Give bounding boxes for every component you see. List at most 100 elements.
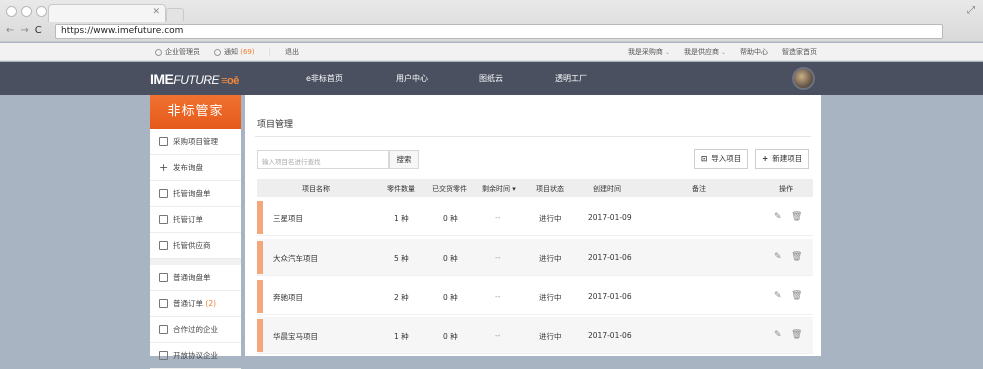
nav-drawing-cloud[interactable]: 图纸云 (479, 73, 503, 84)
nav-user-center[interactable]: 用户中心 (396, 73, 428, 84)
chevron-down-icon: ⌄ (720, 49, 726, 56)
sidebar-item-normal-inquiry[interactable]: 普通询盘单 (150, 265, 241, 291)
created-date: 2017-01-09 (588, 213, 632, 222)
project-name[interactable]: 三星项目 (273, 213, 303, 224)
column-header: 零件数量 (387, 185, 415, 193)
search-button[interactable]: 搜索 (389, 150, 419, 169)
notice-link[interactable]: 通知 (69) (214, 47, 255, 57)
user-link[interactable]: 企业管理员 (155, 47, 200, 57)
sidebar-item-managed-supplier[interactable]: 托管供应商 (150, 233, 241, 259)
supplier-menu[interactable]: 我是供应商 ⌄ (684, 47, 726, 57)
maximize-window-button[interactable] (36, 6, 47, 17)
sidebar-item-label: 发布询盘 (173, 163, 203, 172)
sidebar-item-label: 普通订单 (173, 299, 203, 308)
sort-remaining-header[interactable]: 剩余时间 ▾ (482, 184, 516, 194)
back-icon[interactable]: ← (6, 25, 14, 36)
part-count: 1 种 (394, 332, 409, 341)
project-status: 进行中 (539, 332, 562, 341)
project-status: 进行中 (539, 214, 562, 223)
checklist-icon (159, 325, 168, 334)
notice-label: 通知 (224, 48, 238, 56)
sidebar-item-normal-order[interactable]: 普通订单 (2) (150, 291, 241, 317)
delivered-count: 0 种 (443, 293, 458, 302)
help-link[interactable]: 帮助中心 (740, 47, 768, 57)
column-header: 操作 (779, 185, 793, 193)
browser-tab[interactable]: ✕ (48, 4, 166, 22)
new-tab-button[interactable] (166, 8, 184, 21)
user-label: 企业管理员 (165, 48, 200, 56)
logout-link[interactable]: 退出 (285, 47, 299, 57)
row-marker (257, 280, 263, 313)
sidebar-item-label: 托管询盘单 (173, 189, 211, 198)
search-input[interactable]: 输入项目名进行查找 (257, 150, 389, 169)
edit-icon[interactable]: ✎ (774, 330, 782, 340)
delivered-count: 0 种 (443, 254, 458, 263)
sidebar-item-label: 采购项目管理 (173, 137, 218, 146)
remaining-time: -- (495, 213, 501, 222)
minimize-window-button[interactable] (21, 6, 32, 17)
created-date: 2017-01-06 (588, 253, 632, 262)
sidebar-item-open-agreement[interactable]: 开放协议企业 (150, 343, 241, 369)
user-icon (155, 48, 162, 56)
close-window-button[interactable] (6, 6, 17, 17)
trash-icon[interactable]: 🗑 (791, 330, 802, 340)
row-marker (257, 241, 263, 274)
project-name[interactable]: 奔驰项目 (273, 292, 303, 303)
delivered-count: 0 种 (443, 214, 458, 223)
nav-buttons: ← → C (6, 25, 42, 36)
table-row[interactable]: 三星项目 1 种 0 种 -- 进行中 2017-01-09 ✎ 🗑 (257, 199, 813, 236)
trash-icon[interactable]: 🗑 (791, 291, 802, 301)
import-project-button[interactable]: ⊡ 导入项目 (694, 149, 749, 169)
project-name[interactable]: 大众汽车项目 (273, 253, 318, 264)
site-header: IMEFUTURE ≡oē e非标首页 用户中心 图纸云 透明工厂 (0, 62, 983, 95)
created-date: 2017-01-06 (588, 331, 632, 340)
sidebar: 非标管家 采购项目管理 + 发布询盘 托管询盘单 托管订单 托管供应商 普通询盘单… (150, 95, 241, 369)
sidebar-item-partner-companies[interactable]: 合作过的企业 (150, 317, 241, 343)
address-bar[interactable]: https://www.imefuture.com (55, 24, 943, 39)
avatar[interactable] (792, 67, 815, 90)
sidebar-item-label: 托管订单 (173, 215, 203, 224)
logo-subtext: FUTURE (173, 73, 220, 87)
trash-icon[interactable]: 🗑 (791, 212, 802, 222)
project-name[interactable]: 华晨宝马项目 (273, 331, 318, 342)
inquiry-icon (159, 273, 168, 282)
table-row[interactable]: 华晨宝马项目 1 种 0 种 -- 进行中 2017-01-06 ✎ 🗑 (257, 317, 813, 354)
part-count: 2 种 (394, 293, 409, 302)
order-count: (2) (205, 299, 217, 308)
expand-icon[interactable]: ⤢ (967, 5, 975, 16)
table-row[interactable]: 大众汽车项目 5 种 0 种 -- 进行中 2017-01-06 ✎ 🗑 (257, 239, 813, 276)
sidebar-item-publish-inquiry[interactable]: + 发布询盘 (150, 155, 241, 181)
trash-icon[interactable]: 🗑 (791, 252, 802, 262)
sidebar-item-label: 合作过的企业 (173, 325, 218, 334)
edit-icon[interactable]: ✎ (774, 252, 782, 262)
column-header: 已交货零件 (432, 185, 467, 193)
nav-transparent-factory[interactable]: 透明工厂 (555, 73, 587, 84)
window-controls (6, 6, 47, 17)
sidebar-item-managed-inquiry[interactable]: 托管询盘单 (150, 181, 241, 207)
project-status: 进行中 (539, 293, 562, 302)
plus-icon: + (762, 154, 769, 163)
buyer-menu[interactable]: 我是采购商 ⌄ (628, 47, 670, 57)
home-link[interactable]: 智造家首页 (782, 47, 817, 57)
tab-close-icon[interactable]: ✕ (152, 7, 160, 17)
table-row[interactable]: 奔驰项目 2 种 0 种 -- 进行中 2017-01-06 ✎ 🗑 (257, 278, 813, 315)
site-logo[interactable]: IMEFUTURE ≡oē (150, 71, 239, 87)
browser-chrome: ✕ ⤢ ← → C https://www.imefuture.com (0, 0, 983, 42)
new-label: 新建项目 (772, 154, 803, 163)
part-count: 1 种 (394, 214, 409, 223)
notice-count: (69) (240, 48, 255, 56)
sidebar-item-project-management[interactable]: 采购项目管理 (150, 129, 241, 155)
nav-home[interactable]: e非标首页 (306, 73, 343, 84)
new-project-button[interactable]: + 新建项目 (755, 149, 810, 169)
edit-icon[interactable]: ✎ (774, 291, 782, 301)
edit-icon[interactable]: ✎ (774, 212, 782, 222)
reload-icon[interactable]: C (35, 25, 42, 36)
sidebar-item-managed-order[interactable]: 托管订单 (150, 207, 241, 233)
divider: | (268, 48, 271, 56)
column-header: 项目状态 (536, 185, 564, 193)
document-icon (159, 137, 168, 146)
chevron-down-icon: ⌄ (664, 49, 670, 56)
created-date: 2017-01-06 (588, 292, 632, 301)
clipboard-icon (159, 215, 168, 224)
forward-icon[interactable]: → (20, 25, 28, 36)
